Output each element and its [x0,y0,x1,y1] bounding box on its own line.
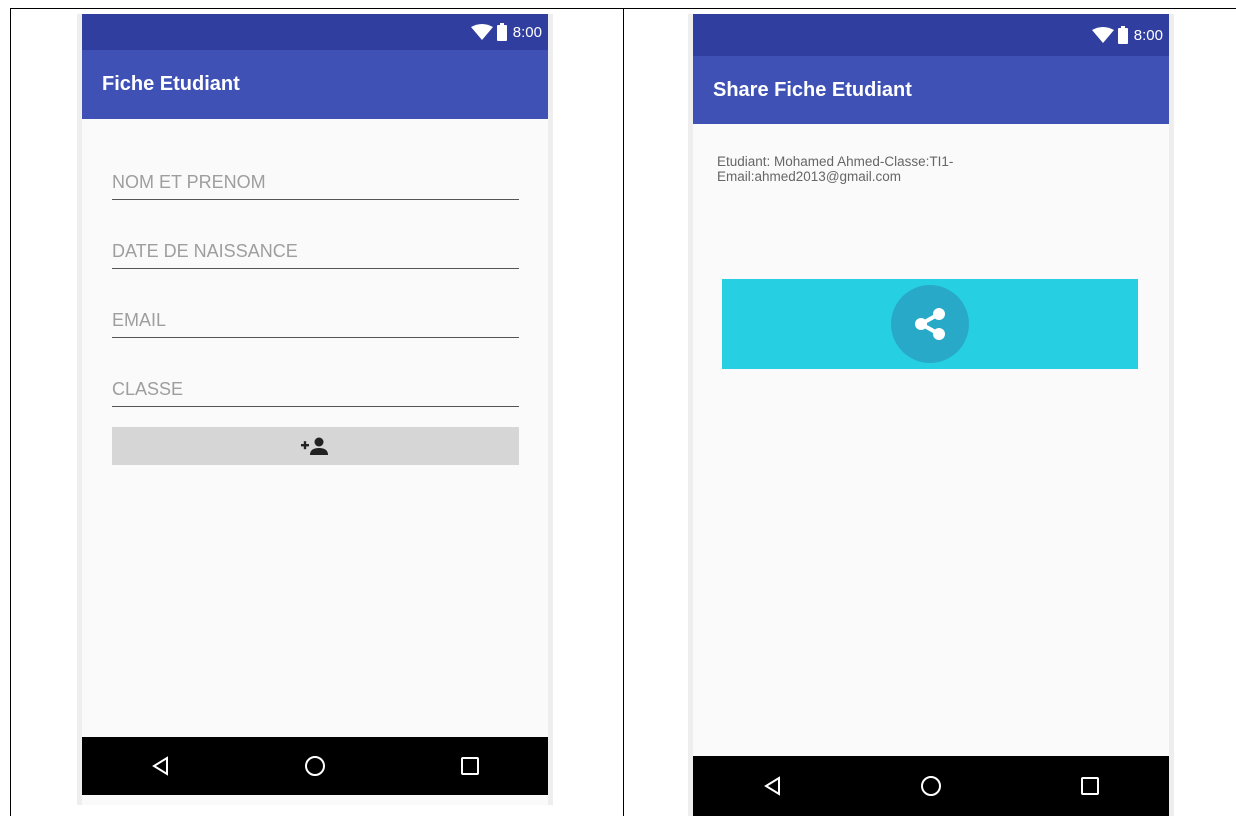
app-bar: Fiche Etudiant [82,50,548,119]
add-student-button[interactable] [112,427,519,465]
person-add-icon [300,437,328,455]
wifi-icon [470,24,493,40]
status-time: 8:00 [512,23,542,41]
status-bar: 8:00 [82,14,548,50]
home-icon [304,756,325,776]
status-icons: 8:00 [1091,14,1163,56]
nav-home-button[interactable] [295,746,335,786]
app-title: Share Fiche Etudiant [713,78,912,101]
birthdate-field [112,233,519,269]
birthdate-input[interactable] [112,241,519,268]
status-bar: 8:00 [693,14,1169,56]
nav-back-button[interactable] [752,766,792,806]
nav-back-button[interactable] [140,746,180,786]
nav-recents-button[interactable] [450,746,490,786]
student-info-line-1: Etudiant: Mohamed Ahmed-Classe:TI1- [717,154,954,169]
student-info-line-2: Email:ahmed2013@gmail.com [717,169,902,184]
app-title: Fiche Etudiant [102,73,240,95]
recents-icon [1080,777,1099,795]
name-input[interactable] [112,172,519,199]
email-input[interactable] [112,310,519,337]
table-border-left [10,8,11,816]
battery-icon [496,23,507,41]
class-input[interactable] [112,379,519,406]
share-circle [891,285,969,363]
nav-recents-button[interactable] [1070,766,1110,806]
class-field [112,371,519,407]
student-info-text: Etudiant: Mohamed Ahmed-Classe:TI1- Emai… [717,154,1047,184]
phone-left: 8:00 Fiche Etudiant [77,14,553,805]
status-time: 8:00 [1133,26,1163,44]
screen-right: 8:00 Share Fiche Etudiant Etudiant: Moha… [693,14,1169,816]
screen-left: 8:00 Fiche Etudiant [82,14,548,805]
navigation-bar [693,756,1169,816]
share-button[interactable] [722,279,1138,369]
name-field [112,164,519,200]
table-border-middle [623,8,624,816]
nav-home-button[interactable] [911,766,951,806]
navigation-bar [82,737,548,795]
share-icon [915,308,945,340]
battery-icon [1117,26,1128,44]
recents-icon [461,757,480,775]
phone-right: 8:00 Share Fiche Etudiant Etudiant: Moha… [688,14,1174,816]
back-icon [151,756,168,776]
status-icons: 8:00 [470,14,542,50]
wifi-icon [1091,27,1114,43]
app-bar: Share Fiche Etudiant [693,56,1169,124]
home-icon [920,776,941,796]
back-icon [764,776,781,796]
email-field [112,302,519,338]
